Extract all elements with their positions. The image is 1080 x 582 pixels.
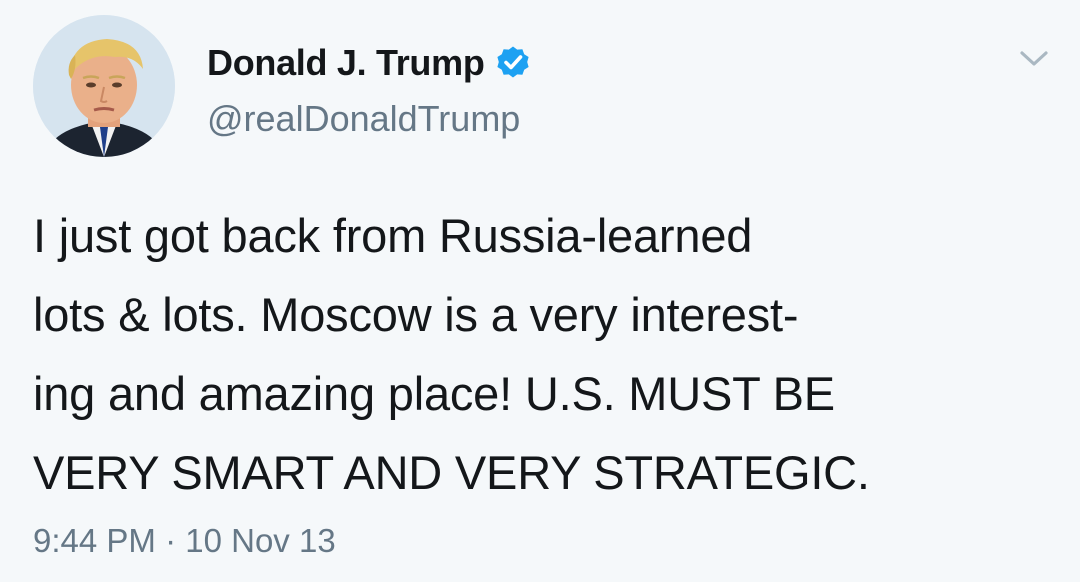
user-handle[interactable]: @realDonaldTrump <box>207 98 520 140</box>
avatar-image <box>33 15 175 157</box>
author-name-row: Donald J. Trump <box>207 38 531 88</box>
meta-separator: · <box>165 522 177 559</box>
avatar[interactable] <box>33 15 175 157</box>
tweet-timestamp[interactable]: 9:44 PM · 10 Nov 13 <box>33 522 336 560</box>
display-name[interactable]: Donald J. Trump <box>207 42 485 84</box>
verified-badge-icon <box>495 45 531 81</box>
tweet-date: 10 Nov 13 <box>185 522 336 559</box>
chevron-down-icon[interactable] <box>1016 44 1052 72</box>
tweet-text: I just got back from Russia-learned lots… <box>33 209 870 499</box>
tweet-card: Donald J. Trump @realDonaldTrump I just … <box>0 0 1080 582</box>
tweet-time: 9:44 PM <box>33 522 156 559</box>
